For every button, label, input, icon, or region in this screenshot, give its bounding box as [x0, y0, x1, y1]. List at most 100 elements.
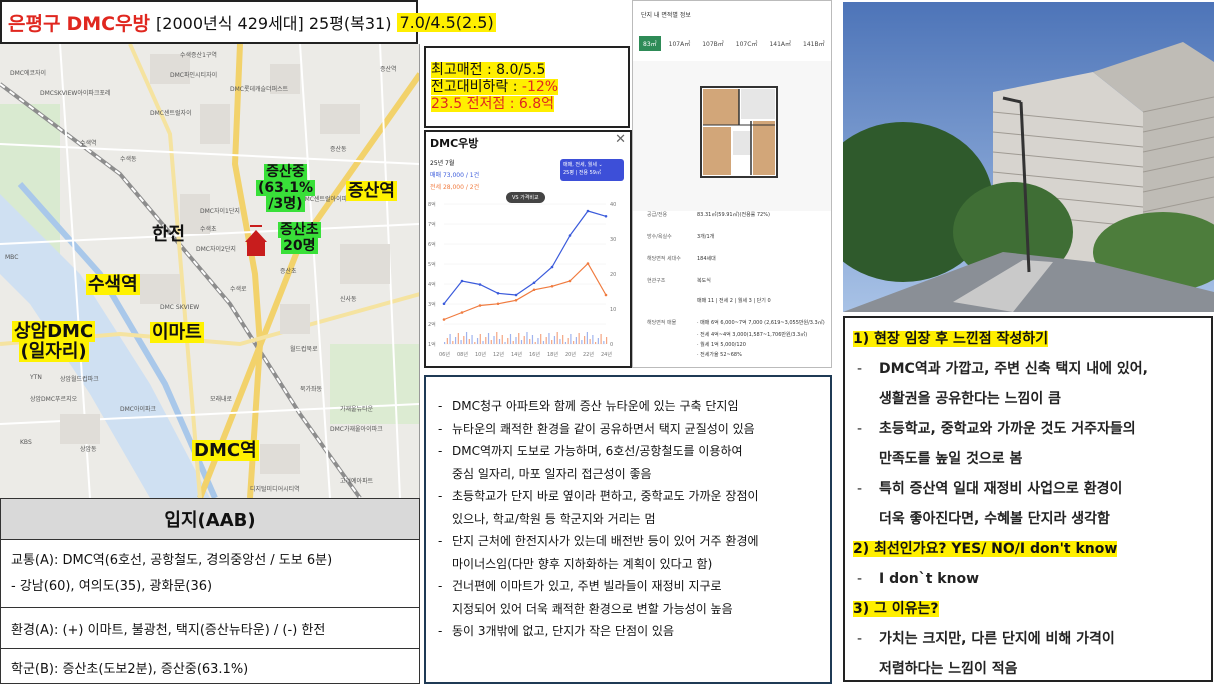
volume-bar	[595, 342, 597, 344]
map-label-dmc-station: DMC역	[192, 440, 259, 461]
map-label-small: 증산동	[330, 146, 347, 153]
map-label-hanjeon: 한전	[152, 224, 186, 245]
low-price: 23.5 전저점 : 6.8억	[431, 96, 555, 112]
map-label-jeungsan-station: 증산역	[346, 181, 397, 201]
volume-bar	[606, 337, 608, 344]
plan-info-label: 현관구조	[647, 278, 666, 284]
q1-item-cont: 생활권을 공유한다는 느낌이 큼	[879, 391, 1062, 407]
apartment-info: [2000년식 429세대] 25평(복31)	[156, 14, 392, 33]
y-tick-label: 3억	[428, 301, 436, 308]
volume-bar	[449, 334, 451, 344]
plan-info-row: 현관구조 복도식	[647, 277, 711, 284]
tab-area-83[interactable]: 83㎡	[639, 36, 661, 51]
map-label-sangam: 상암DMC (일자리)	[12, 321, 96, 362]
volume-bar	[501, 335, 503, 344]
q3-item-cont: 저렴하다는 느낌이 적음	[879, 661, 1018, 677]
description-item: 건너편에 이마트가 있고, 주변 빌라들이 재정비 지구로	[438, 575, 822, 598]
volume-bar	[592, 335, 594, 344]
map-label-small: MBC	[5, 254, 19, 261]
environment-text: 환경(A): (+) 이마트, 불광천, 택지(증산뉴타운) / (-) 한전	[11, 622, 326, 638]
series-point	[442, 302, 446, 306]
tab-area-141b[interactable]: 141B㎡	[799, 36, 829, 51]
volume-bar	[446, 338, 448, 344]
tab-area-107a[interactable]: 107A㎡	[665, 36, 695, 51]
map-label-small: 모래내로	[210, 396, 233, 403]
plan-info-row: 해당면적 매물 · 매매 6억 6,000~7억 7,000 (2,619~3,0…	[647, 319, 825, 326]
volume-bar	[498, 339, 501, 344]
location-header: 입지(AAB)	[1, 499, 419, 540]
description-item: DMC청구 아파트와 함께 증산 뉴타운에 있는 구축 단지임	[438, 395, 822, 418]
map-label-small: 월드컵북로	[290, 346, 318, 353]
map-view[interactable]: DMC에코자이 DMCSKVIEW아이파크포레 수색증산1구역 DMC파인시티자…	[0, 44, 420, 498]
q1-item: DMC역과 가깝고, 주변 신축 택지 내에 있어,	[853, 354, 1203, 384]
impression-box: 1) 현장 임장 후 느낀점 작성하기 DMC역과 가깝고, 주변 신축 택지 …	[843, 316, 1213, 682]
plan-info-value: 매매 11 | 전세 2 | 월세 3 | 단기 0	[697, 298, 771, 304]
volume-bar	[485, 337, 487, 344]
volume-bar	[504, 342, 506, 344]
y-tick-label: 6억	[428, 241, 436, 248]
description-item: 지정되어 있어 더욱 쾌적한 환경으로 변할 가능성이 높음	[452, 601, 733, 616]
tab-area-141a[interactable]: 141A㎡	[765, 36, 795, 51]
map-label-small: 상암DMC푸르지오	[30, 396, 78, 403]
map-label-small: KBS	[20, 439, 32, 446]
series-line-1	[443, 262, 607, 321]
y2-tick-label: 40	[610, 202, 616, 208]
map-label-small: 수색증산1구역	[180, 52, 217, 59]
volume-bar	[487, 333, 490, 344]
apartment-photo	[843, 2, 1214, 312]
y2-tick-label: 0	[610, 342, 613, 348]
series-point	[568, 279, 572, 283]
area-tabs: 83㎡ 107A㎡ 107B㎡ 107C㎡ 141A㎡ 141B㎡	[639, 36, 829, 51]
map-label-small: 고려예아파트	[340, 478, 374, 485]
q3-item: 가치는 크지만, 다른 단지에 비해 가격이	[853, 624, 1203, 654]
description-item: 마이너스임(다만 향후 지하화하는 계획이 있다고 함)	[452, 556, 713, 571]
map-label-susaek-station: 수색역	[86, 274, 140, 295]
volume-bar	[562, 335, 564, 344]
volume-bar	[460, 340, 462, 344]
map-label-small: 증산초	[280, 268, 297, 275]
q1-item: 초등학교, 중학교와 가까운 것도 거주자들의	[853, 414, 1203, 444]
volume-bar	[556, 332, 558, 344]
description-item: 동이 3개밖에 없고, 단지가 작은 단점이 있음	[438, 620, 822, 643]
volume-bar	[573, 341, 575, 344]
series-point	[550, 284, 554, 288]
q1-item-cont: 만족도를 높일 것으로 봄	[879, 451, 1023, 467]
y2-tick-label: 30	[610, 237, 616, 243]
map-label-small: DMC SKVIEW	[160, 304, 200, 311]
map-label-small: 수색초	[200, 226, 217, 233]
plan-info-label: 방수/욕실수	[647, 234, 672, 240]
price-box: 최고매전 : 8.0/5.5 전고대비하락 : -12% 23.5 전저점 : …	[424, 46, 630, 128]
x-tick-label: 12년	[493, 351, 504, 358]
x-tick-label: 24년	[601, 351, 612, 358]
question-3: 3) 그 이유는?	[853, 601, 939, 617]
volume-bar	[584, 336, 586, 344]
series-point	[586, 262, 590, 265]
map-label-small: DMC가재울아이파크	[330, 426, 383, 433]
description-item: 초등학교가 단지 바로 옆이라 편하고, 중학교도 가까운 장점이	[438, 485, 822, 508]
question-1: 1) 현장 임장 후 느낀점 작성하기	[853, 331, 1049, 347]
series-point	[460, 311, 464, 314]
plan-info-value: · 전세 4억~4억 3,000(1,587~1,706만원/3.3㎡)	[697, 332, 808, 338]
y-tick-label: 8억	[428, 201, 436, 208]
x-tick-label: 14년	[511, 351, 522, 358]
map-label-small: 상암동	[80, 446, 97, 453]
series-point	[532, 281, 536, 285]
y-tick-label: 2억	[428, 321, 436, 328]
volume-bar	[490, 340, 492, 344]
volume-bar	[567, 338, 569, 344]
map-label-jeungsan-elementary: 증산초 20명	[278, 222, 321, 254]
volume-bar	[518, 333, 520, 344]
tab-area-107b[interactable]: 107B㎡	[698, 36, 728, 51]
plan-info-row: 공급/전용 83.31㎡(59.91㎡)(전용률 72%)	[647, 211, 770, 218]
school-row: 학군(B): 증산초(도보2분), 증산중(63.1%)	[1, 649, 419, 685]
map-label-small: 북가좌동	[300, 386, 323, 393]
map-label-jeungsan-middle: 증산중 (63.1%/3명)	[256, 164, 315, 212]
volume-bar	[553, 336, 556, 344]
volume-bar	[471, 335, 473, 344]
drop-rate: 전고대비하락 : -12%	[431, 79, 559, 95]
plan-info-value: · 매매 6억 6,000~7억 7,000 (2,619~3,055만원/3.…	[697, 320, 825, 326]
volume-bar	[542, 341, 545, 344]
tab-area-107c[interactable]: 107C㎡	[732, 36, 762, 51]
y-tick-label: 7억	[428, 221, 436, 228]
x-tick-label: 08년	[457, 351, 468, 358]
